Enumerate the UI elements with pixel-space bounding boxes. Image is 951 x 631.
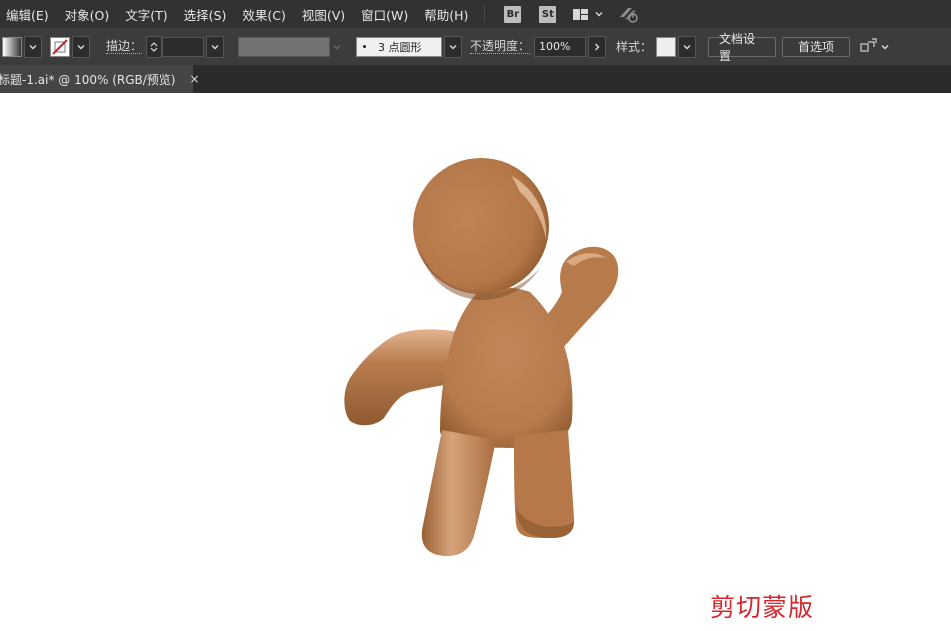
gingerbread-figure[interactable] [0,0,951,631]
clipping-mask-caption: 剪切蒙版 [710,593,815,622]
figure-left-leg [421,430,496,556]
